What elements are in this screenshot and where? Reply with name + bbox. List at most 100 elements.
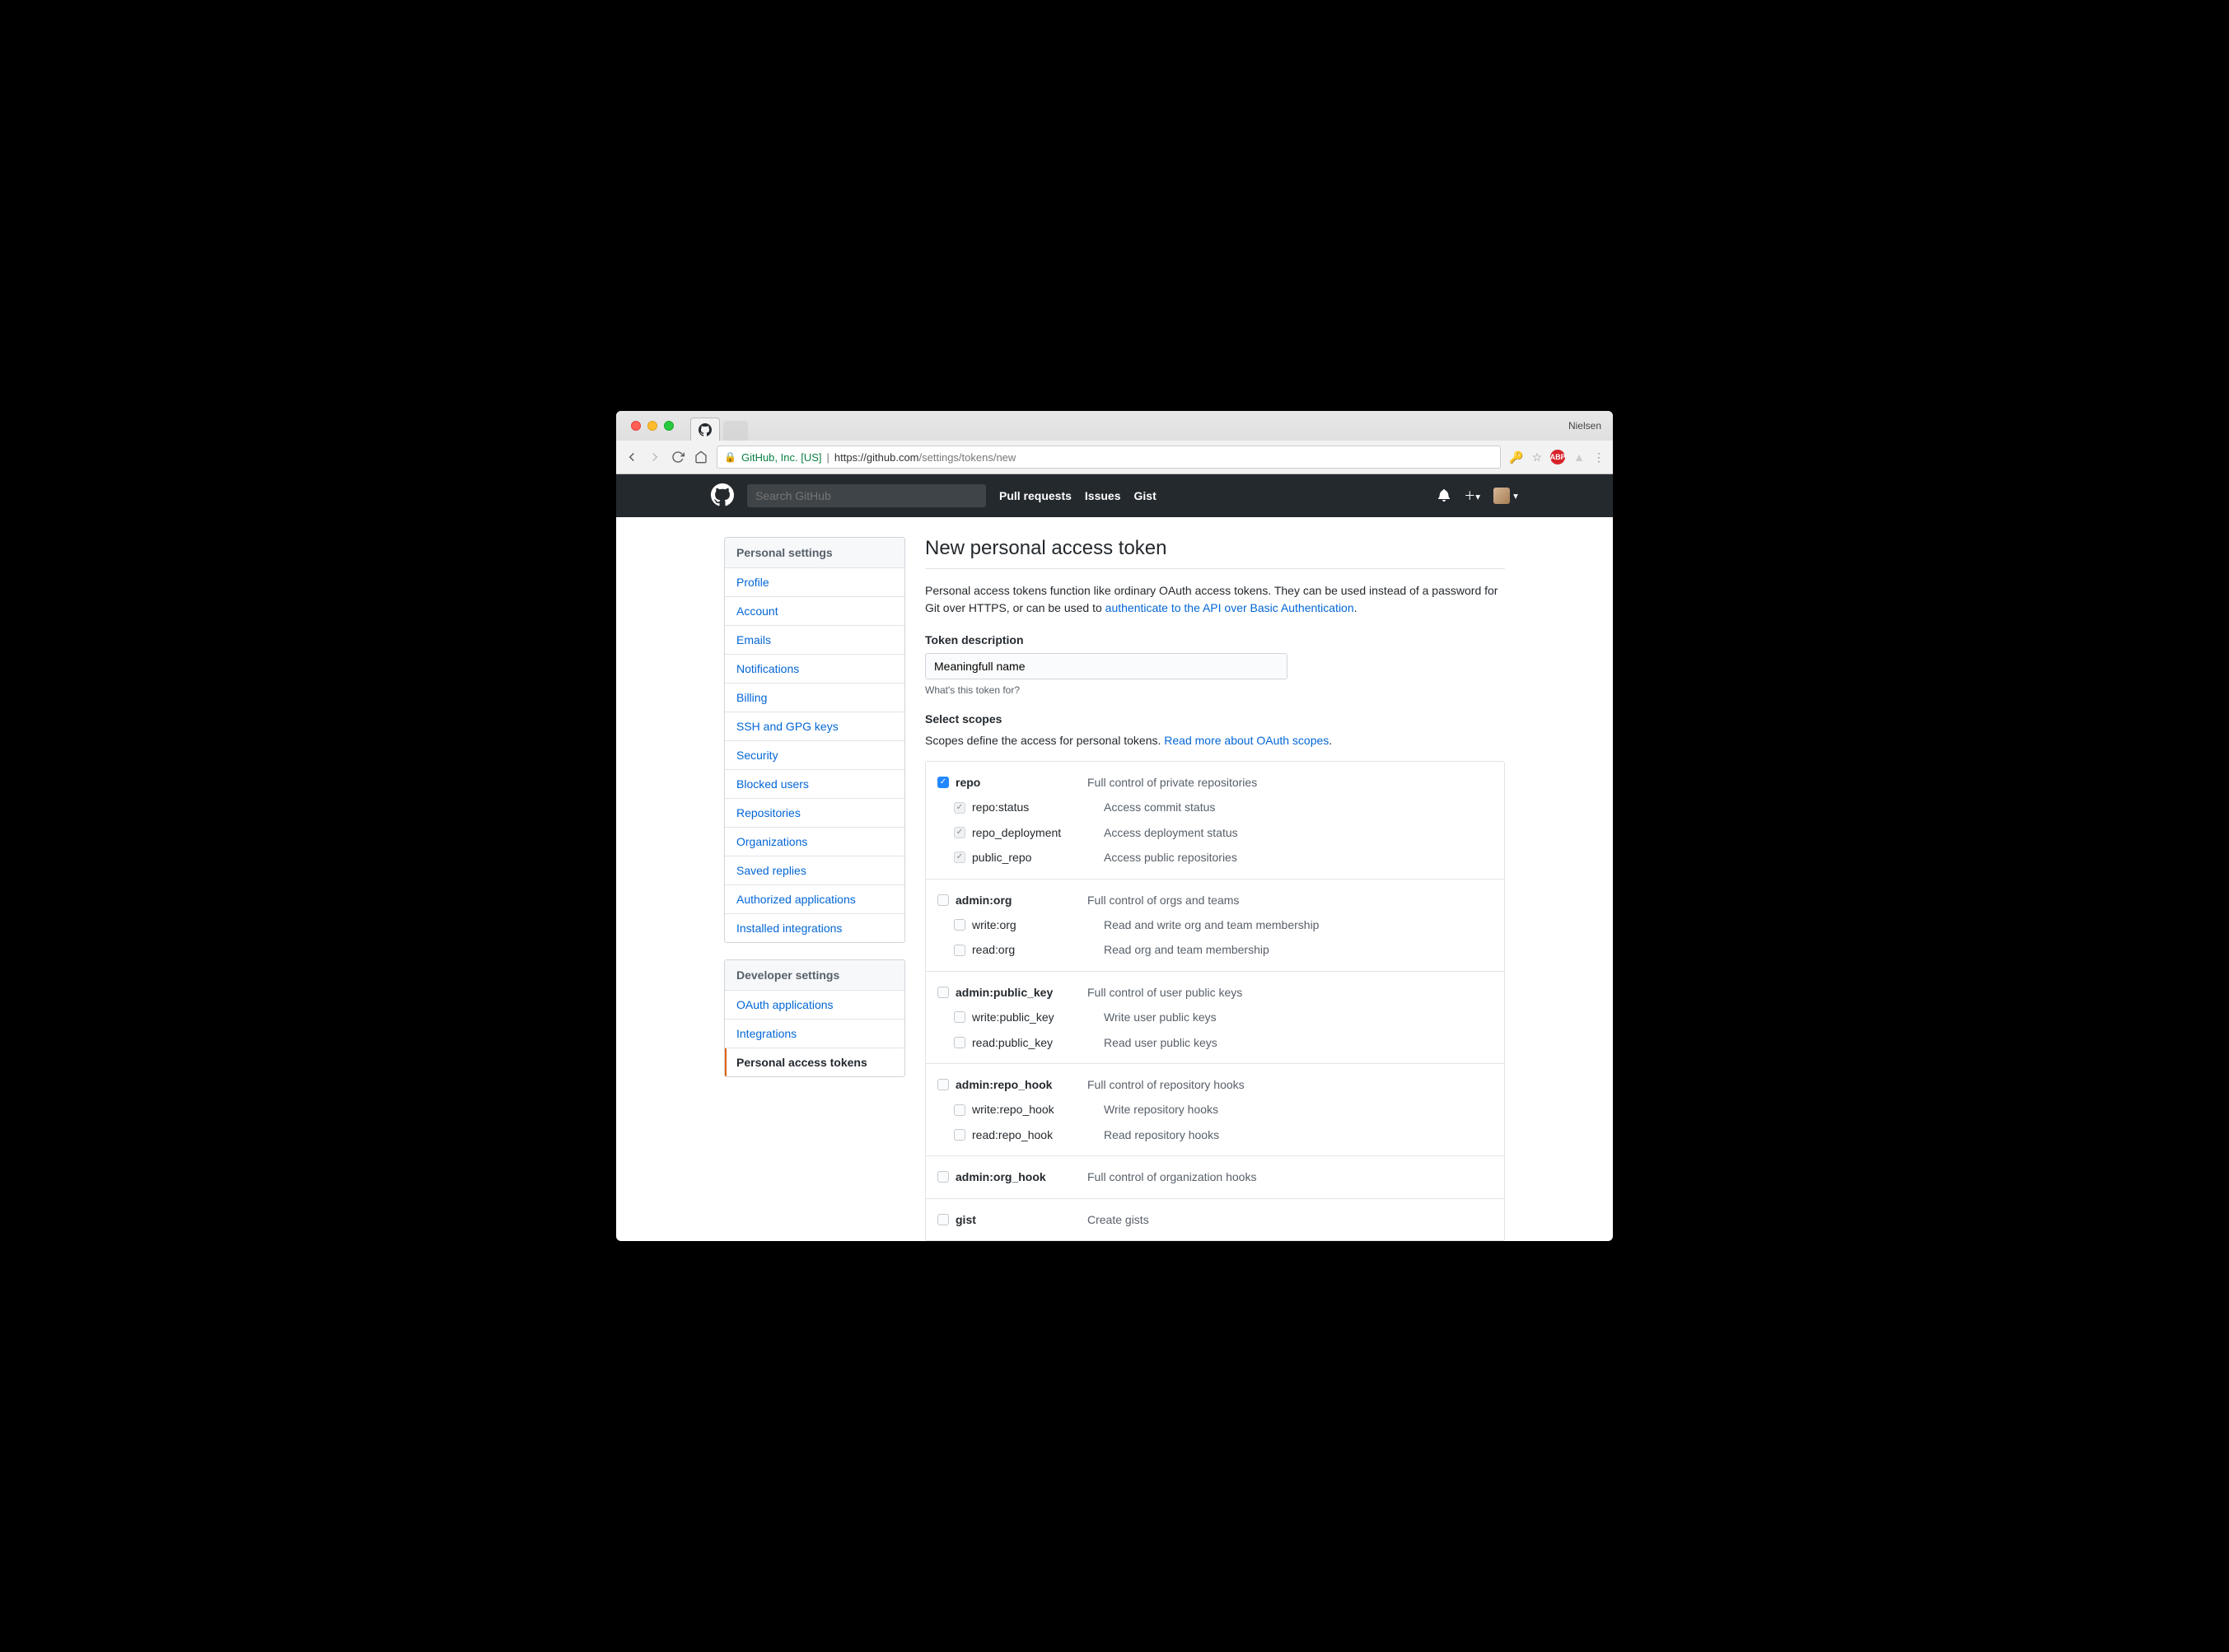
nav-issues[interactable]: Issues	[1085, 489, 1121, 502]
select-scopes-label: Select scopes	[925, 712, 1505, 726]
scope-row: admin:orgFull control of orgs and teams	[926, 888, 1504, 912]
scope-name: public_repo	[972, 848, 1104, 866]
token-description-label: Token description	[925, 633, 1505, 646]
scope-name: gist	[956, 1211, 1087, 1229]
scope-row: ✓public_repoAccess public repositories	[926, 845, 1504, 870]
adblock-extension-icon[interactable]: ABP	[1550, 450, 1565, 464]
scope-checkbox[interactable]	[954, 1011, 965, 1023]
sidebar-item[interactable]: Integrations	[725, 1020, 904, 1048]
page-title: New personal access token	[925, 537, 1505, 569]
drive-extension-icon[interactable]: ▲	[1573, 450, 1585, 464]
scope-name: read:public_key	[972, 1034, 1104, 1052]
scope-checkbox[interactable]	[954, 1129, 965, 1141]
scope-checkbox[interactable]	[954, 1104, 965, 1116]
scope-description: Full control of repository hooks	[1087, 1076, 1245, 1094]
github-primary-nav: Pull requests Issues Gist	[999, 489, 1157, 502]
personal-settings-menu: Personal settings ProfileAccountEmailsNo…	[724, 537, 905, 943]
scope-checkbox[interactable]	[954, 945, 965, 956]
scope-checkbox[interactable]	[937, 1171, 949, 1183]
scope-description: Read org and team membership	[1104, 940, 1269, 959]
scope-checkbox[interactable]: ✓	[937, 777, 949, 788]
sidebar-item[interactable]: Authorized applications	[725, 885, 904, 914]
scope-row: write:public_keyWrite user public keys	[926, 1005, 1504, 1029]
back-button[interactable]	[624, 450, 639, 464]
scope-checkbox[interactable]: ✓	[954, 852, 965, 863]
scope-checkbox[interactable]: ✓	[954, 802, 965, 814]
scope-description: Create gists	[1087, 1211, 1149, 1229]
scope-row: ✓repo:statusAccess commit status	[926, 795, 1504, 819]
scope-name: read:repo_hook	[972, 1126, 1104, 1144]
github-search-input[interactable]	[747, 484, 986, 507]
user-menu[interactable]: ▾	[1493, 488, 1518, 504]
scope-name: admin:public_key	[956, 983, 1087, 1001]
scope-group: admin:org_hookFull control of organizati…	[926, 1156, 1504, 1198]
menu-heading-developer: Developer settings	[725, 960, 904, 991]
sidebar-item[interactable]: Repositories	[725, 799, 904, 828]
menu-heading-personal: Personal settings	[725, 538, 904, 568]
sidebar-item[interactable]: OAuth applications	[725, 991, 904, 1020]
nav-pull-requests[interactable]: Pull requests	[999, 489, 1072, 502]
sidebar-item[interactable]: Notifications	[725, 655, 904, 684]
forward-button[interactable]	[647, 450, 662, 464]
scopes-table: ✓repoFull control of private repositorie…	[925, 761, 1505, 1241]
notifications-bell-icon[interactable]	[1437, 488, 1451, 504]
browser-profile-label[interactable]: Nielsen	[1568, 420, 1601, 432]
oauth-scopes-link[interactable]: Read more about OAuth scopes	[1164, 734, 1329, 747]
scope-group: admin:orgFull control of orgs and teams w…	[926, 880, 1504, 972]
site-info-icon[interactable]: 🔑	[1509, 450, 1523, 464]
scope-description: Access deployment status	[1104, 824, 1238, 842]
sidebar-item[interactable]: Blocked users	[725, 770, 904, 799]
scope-group: gistCreate gists	[926, 1199, 1504, 1240]
address-bar[interactable]: 🔒 GitHub, Inc. [US] | https://github.com…	[717, 446, 1501, 469]
auth-api-link[interactable]: authenticate to the API over Basic Authe…	[1105, 601, 1354, 614]
sidebar-item[interactable]: Billing	[725, 684, 904, 712]
sidebar-item[interactable]: Profile	[725, 568, 904, 597]
tab-strip: Nielsen	[616, 411, 1613, 441]
scope-description: Read user public keys	[1104, 1034, 1217, 1052]
bookmark-star-icon[interactable]: ☆	[1532, 450, 1543, 464]
sidebar-item[interactable]: Security	[725, 741, 904, 770]
github-logo-icon[interactable]	[711, 483, 734, 509]
scope-row: admin:public_keyFull control of user pub…	[926, 980, 1504, 1005]
scope-description: Read and write org and team membership	[1104, 916, 1319, 934]
reload-button[interactable]	[671, 450, 685, 464]
scope-checkbox[interactable]: ✓	[954, 827, 965, 838]
close-window-button[interactable]	[631, 421, 641, 431]
page-container: Personal settings ProfileAccountEmailsNo…	[711, 517, 1518, 1241]
sidebar-item[interactable]: Saved replies	[725, 856, 904, 885]
sidebar-item[interactable]: Emails	[725, 626, 904, 655]
scope-checkbox[interactable]	[937, 987, 949, 998]
nav-gist[interactable]: Gist	[1134, 489, 1157, 502]
scope-description: Full control of user public keys	[1087, 983, 1242, 1001]
scope-row: gistCreate gists	[926, 1207, 1504, 1232]
scope-checkbox[interactable]	[937, 1079, 949, 1090]
sidebar-item[interactable]: Installed integrations	[725, 914, 904, 942]
scope-name: write:org	[972, 916, 1104, 934]
scope-checkbox[interactable]	[937, 1214, 949, 1225]
sidebar-item[interactable]: Organizations	[725, 828, 904, 856]
scope-checkbox[interactable]	[954, 919, 965, 931]
avatar	[1493, 488, 1510, 504]
minimize-window-button[interactable]	[647, 421, 657, 431]
sidebar-item[interactable]: SSH and GPG keys	[725, 712, 904, 741]
sidebar-item[interactable]: Account	[725, 597, 904, 626]
chrome-menu-icon[interactable]: ⋮	[1593, 450, 1605, 464]
browser-tab-active[interactable]	[690, 418, 720, 441]
create-new-dropdown[interactable]: ＋▾	[1464, 488, 1480, 504]
maximize-window-button[interactable]	[664, 421, 674, 431]
scope-name: write:public_key	[972, 1008, 1104, 1026]
home-button[interactable]	[694, 450, 708, 464]
scope-checkbox[interactable]	[954, 1037, 965, 1048]
token-description-input[interactable]	[925, 653, 1287, 679]
scope-description: Write repository hooks	[1104, 1100, 1218, 1118]
new-tab-button[interactable]	[723, 421, 748, 441]
github-header: Pull requests Issues Gist ＋▾ ▾	[616, 474, 1613, 517]
lock-icon: 🔒	[724, 451, 736, 463]
scope-name: read:org	[972, 940, 1104, 959]
github-favicon-icon	[699, 423, 712, 436]
scopes-intro: Scopes define the access for personal to…	[925, 732, 1505, 749]
main-content: New personal access token Personal acces…	[925, 537, 1505, 1241]
scope-description: Write user public keys	[1104, 1008, 1217, 1026]
scope-checkbox[interactable]	[937, 894, 949, 906]
sidebar-item: Personal access tokens	[725, 1048, 904, 1076]
